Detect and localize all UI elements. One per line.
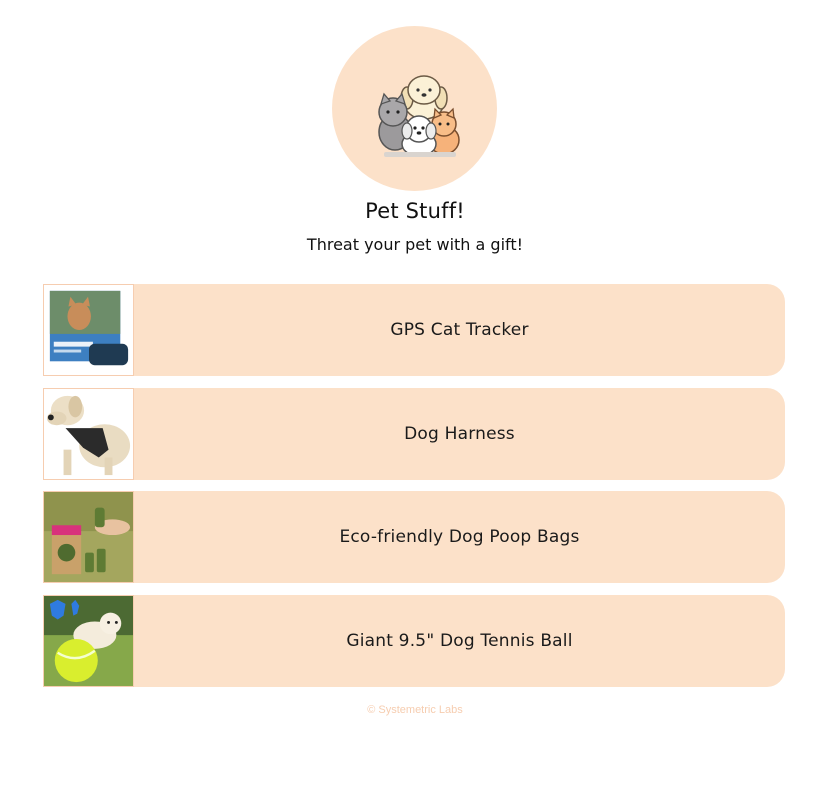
- dog-tennis-ball-thumbnail: [43, 594, 134, 687]
- dog-harness-thumbnail: [43, 387, 134, 480]
- page-subtitle: Threat your pet with a gift!: [306, 235, 524, 254]
- page: Pet Stuff! Threat your pet with a gift! …: [0, 0, 830, 809]
- link-label: Giant 9.5" Dog Tennis Ball: [346, 630, 573, 651]
- gps-cat-tracker-thumbnail: [43, 284, 134, 376]
- link-list: GPS Cat Tracker Dog Harness Eco-friendly…: [43, 284, 785, 698]
- footer-copyright: © Systemetric Labs: [367, 704, 463, 716]
- page-title: Pet Stuff!: [365, 199, 465, 223]
- link-dog-poop-bags[interactable]: Eco-friendly Dog Poop Bags: [43, 491, 785, 583]
- link-label: Eco-friendly Dog Poop Bags: [339, 527, 580, 547]
- link-label: GPS Cat Tracker: [390, 320, 529, 340]
- avatar: [332, 26, 497, 191]
- link-label: Dog Harness: [404, 423, 515, 444]
- link-gps-cat-tracker[interactable]: GPS Cat Tracker: [43, 284, 785, 376]
- link-dog-harness[interactable]: Dog Harness: [43, 387, 785, 480]
- pets-group-icon: [377, 74, 460, 157]
- dog-poop-bags-thumbnail: [43, 491, 134, 583]
- link-dog-tennis-ball[interactable]: Giant 9.5" Dog Tennis Ball: [43, 594, 785, 687]
